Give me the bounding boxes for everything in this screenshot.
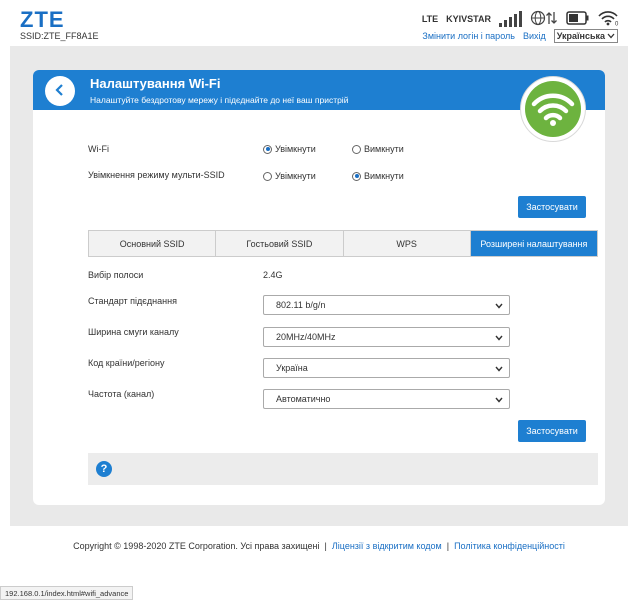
open-source-license-link[interactable]: Ліцензії з відкритим кодом	[332, 541, 442, 551]
multi-ssid-label: Увімкнення режиму мульти-SSID	[88, 170, 225, 180]
footer-separator: |	[446, 541, 450, 551]
carrier-name: KYIVSTAR	[446, 14, 491, 24]
wifi-large-icon	[525, 81, 581, 137]
channel-value: Автоматично	[276, 394, 331, 404]
change-login-link[interactable]: Змінити логін і пароль	[422, 31, 515, 41]
chevron-down-icon	[495, 364, 503, 374]
radio-dot	[263, 171, 272, 181]
wifi-on-label: Увімкнути	[275, 144, 316, 154]
channel-select[interactable]: Автоматично	[263, 389, 510, 409]
radio-dot	[352, 171, 361, 181]
multi-on-label: Увімкнути	[275, 171, 316, 181]
band-value: 2.4G	[263, 270, 283, 280]
footer-separator: |	[324, 541, 327, 551]
globe-data-icon	[530, 10, 558, 28]
radio-dot	[263, 144, 272, 154]
standard-label: Стандарт підєднання	[88, 296, 177, 306]
help-bar: ?	[88, 453, 598, 485]
signal-strength-icon	[499, 11, 522, 27]
radio-dot	[352, 144, 361, 154]
tab-advanced-settings[interactable]: Розширені налаштування	[470, 231, 597, 256]
ssid-label: SSID:ZTE_FF8A1E	[20, 31, 99, 41]
wifi-on-radio[interactable]: Увімкнути	[263, 144, 316, 154]
tab-wps[interactable]: WPS	[343, 231, 471, 256]
chevron-left-icon	[54, 83, 66, 99]
footer: Copyright © 1998-2020 ZTE Corporation. У…	[0, 541, 638, 551]
multi-ssid-on-radio[interactable]: Увімкнути	[263, 171, 316, 181]
apply-button-top[interactable]: Застосувати	[518, 196, 586, 218]
status-indicators: LTE KYIVSTAR 0	[422, 9, 620, 29]
card-titlebar: Налаштування Wi-Fi Налаштуйте бездротову…	[33, 70, 605, 110]
wifi-settings-card: Налаштування Wi-Fi Налаштуйте бездротову…	[33, 70, 605, 505]
browser-status-url: 192.168.0.1/index.html#wifi_advance	[0, 586, 134, 600]
region-label: Код країни/регіону	[88, 358, 165, 368]
zte-logo[interactable]: ZTE	[20, 7, 65, 33]
standard-select[interactable]: 802.11 b/g/n	[263, 295, 510, 315]
multi-off-label: Вимкнути	[364, 171, 404, 181]
ssid-tabs: Основний SSID Гостьовий SSID WPS Розшире…	[88, 230, 598, 257]
chevron-down-icon	[607, 31, 615, 41]
help-icon[interactable]: ?	[96, 461, 112, 477]
chevron-down-icon	[495, 395, 503, 405]
logout-link[interactable]: Вихід	[523, 31, 546, 41]
network-type: LTE	[421, 14, 439, 24]
svg-text:0: 0	[615, 22, 619, 27]
bandwidth-select[interactable]: 20MHz/40MHz	[263, 327, 510, 347]
channel-label: Частота (канал)	[88, 389, 155, 399]
top-header: ZTE SSID:ZTE_FF8A1E LTE KYIVSTAR 0 Зміни…	[0, 0, 638, 46]
page-subtitle: Налаштуйте бездротову мережу і підєднайт…	[90, 95, 349, 105]
standard-value: 802.11 b/g/n	[276, 300, 326, 310]
privacy-policy-link[interactable]: Політика конфіденційності	[454, 541, 565, 551]
page-title: Налаштування Wi-Fi	[90, 76, 221, 91]
wifi-badge	[520, 76, 586, 142]
wifi-status-icon: 0	[598, 10, 620, 28]
chevron-down-icon	[495, 333, 503, 343]
copyright-text: Copyright © 1998-2020 ZTE Corporation. У…	[73, 541, 320, 551]
battery-icon	[566, 11, 590, 27]
bandwidth-value: 20MHz/40MHz	[276, 332, 336, 342]
region-value: Україна	[276, 363, 308, 373]
wifi-label: Wi-Fi	[88, 144, 109, 154]
wifi-off-radio[interactable]: Вимкнути	[352, 144, 404, 154]
chevron-down-icon	[495, 301, 503, 311]
tab-main-ssid[interactable]: Основний SSID	[89, 231, 217, 256]
language-select[interactable]: Українська	[553, 29, 618, 43]
header-links: Змінити логін і пароль Вихід Українська	[422, 29, 618, 43]
bandwidth-label: Ширина смуги каналу	[88, 327, 179, 337]
band-label: Вибір полоси	[88, 270, 144, 280]
back-button[interactable]	[45, 76, 75, 106]
multi-ssid-off-radio[interactable]: Вимкнути	[352, 171, 404, 181]
tab-guest-ssid[interactable]: Гостьовий SSID	[216, 231, 344, 256]
region-select[interactable]: Україна	[263, 358, 510, 378]
language-value: Українська	[556, 31, 605, 41]
apply-button-advanced[interactable]: Застосувати	[518, 420, 586, 442]
wifi-off-label: Вимкнути	[364, 144, 404, 154]
